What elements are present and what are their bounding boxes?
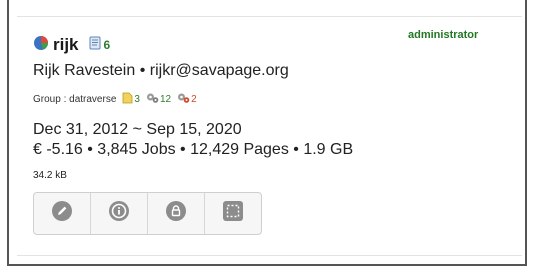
gears-warning-stat: 2 [177,92,197,107]
pencil-icon [52,201,72,226]
storage-size: 34.2 kB [33,170,67,181]
action-button-group [33,192,262,235]
role-badge: administrator [408,29,479,41]
dashed-square-icon [223,201,243,226]
email: rijkr@savapage.org [149,62,289,79]
user-contact-line: Rijk Ravestein • rijkr@savapage.org [33,62,289,80]
gears-stat: 12 [146,92,171,107]
document-count: 6 [89,36,111,55]
info-button[interactable] [91,193,148,234]
usage-totals: € -5.16 • 3,845 Jobs • 12,429 Pages • 1.… [33,141,354,158]
lock-button[interactable] [148,193,205,234]
badge-icon [122,92,134,107]
full-name: Rijk Ravestein [33,62,136,79]
info-icon [109,201,129,226]
edit-button[interactable] [34,193,91,234]
dashed-square-button[interactable] [205,193,261,234]
gears-icon [146,92,160,107]
pie-chart-icon [33,35,49,56]
badge-stat: 3 [122,92,140,107]
user-id[interactable]: rijk [53,35,79,55]
user-name-row: rijk 6 [33,35,110,55]
lock-icon [166,201,186,226]
group-label: Group : datraverse [33,94,117,105]
separator: • [139,62,146,79]
document-icon [89,36,102,55]
date-range: Dec 31, 2012 ~ Sep 15, 2020 [33,121,242,138]
group-line: Group : datraverse 3 12 2 [33,92,197,107]
document-count-value: 6 [103,38,111,52]
gears-warning-icon [177,92,191,107]
